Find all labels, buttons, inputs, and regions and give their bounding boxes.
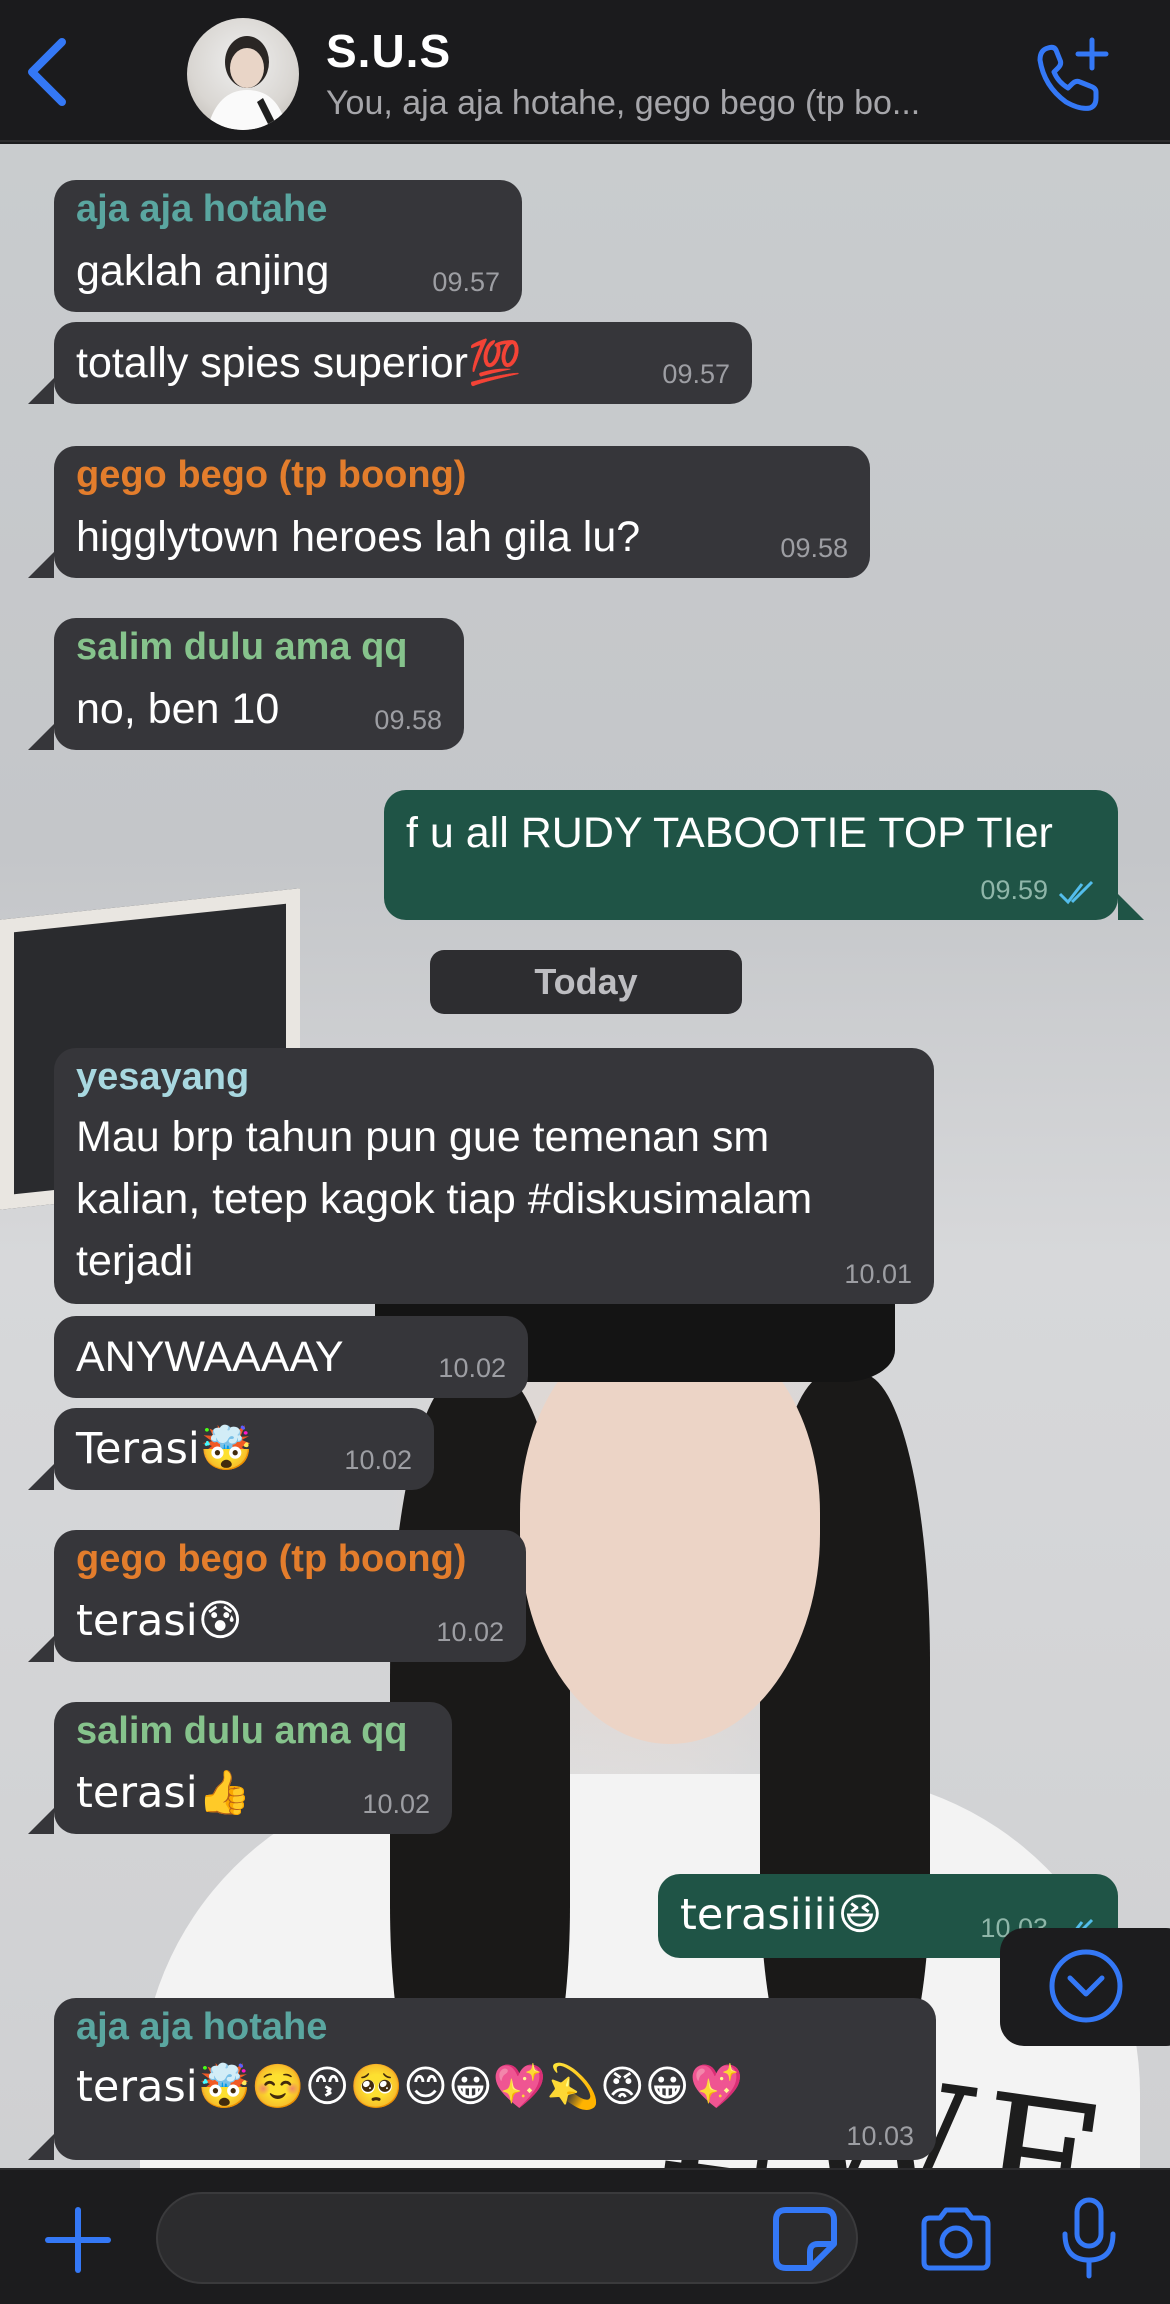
message-time: 09.58 (780, 533, 848, 563)
message-text: terasi😰 (76, 1596, 243, 1646)
message-text: f u all RUDY TABOOTIE TOP TIer (406, 809, 1053, 857)
message-bubble[interactable]: gego bego (tp boong) higglytown heroes l… (54, 446, 870, 578)
sender-name: salim dulu ama qq (76, 1710, 408, 1752)
bubble-tail (1118, 894, 1144, 920)
message-time: 09.59 (980, 875, 1048, 905)
message-input-bar (0, 2168, 1170, 2304)
voice-message-button[interactable] (1054, 2194, 1124, 2284)
bubble-tail (28, 1636, 54, 1662)
message-bubble[interactable]: salim dulu ama qq no, ben 10 09.58 (54, 618, 464, 750)
message-bubble[interactable]: aja aja hotahe terasi🤯☺️😙🥺😊😀💖💫😡😀💖 10.03 (54, 1998, 936, 2160)
sender-name: gego bego (tp boong) (76, 1538, 467, 1580)
message-bubble[interactable]: yesayang Mau brp tahun pun gue temenan s… (54, 1048, 934, 1304)
message-text: no, ben 10 (76, 685, 280, 733)
message-time: 09.58 (374, 705, 442, 735)
message-text-line: kalian, tetep kagok tiap #diskusimalam (76, 1175, 813, 1223)
message-input[interactable] (156, 2192, 858, 2284)
date-separator: Today (430, 950, 742, 1014)
chat-title[interactable]: S.U.S (326, 24, 451, 78)
message-text: higglytown heroes lah gila lu? (76, 513, 641, 561)
wallpaper-face (520, 1324, 820, 1744)
camera-button[interactable] (916, 2200, 996, 2280)
message-bubble[interactable]: ANYWAAAAY 10.02 (54, 1316, 528, 1398)
message-bubble[interactable]: Terasi🤯 10.02 (54, 1408, 434, 1490)
sender-name: aja aja hotahe (76, 188, 328, 230)
sender-name: yesayang (76, 1056, 250, 1098)
chevron-down-circle-icon (1049, 1949, 1123, 2023)
phone-plus-icon (1037, 37, 1109, 111)
message-text: ANYWAAAAY (76, 1333, 344, 1381)
message-bubble[interactable]: salim dulu ama qq terasi👍 10.02 (54, 1702, 452, 1834)
message-text: terasi👍 (76, 1768, 252, 1818)
message-time: 10.02 (362, 1789, 430, 1819)
chat-participants[interactable]: You, aja aja hotahe, gego bego (tp bo... (326, 84, 1016, 123)
sticker-icon (773, 2207, 837, 2271)
read-receipt-icon (1058, 880, 1094, 905)
message-time: 10.03 (846, 2121, 914, 2151)
message-time: 10.02 (344, 1445, 412, 1475)
message-text-line: terjadi (76, 1237, 194, 1285)
group-avatar[interactable] (187, 18, 299, 130)
message-text-line: Mau brp tahun pun gue temenan sm (76, 1113, 770, 1161)
message-time: 10.02 (436, 1617, 504, 1647)
message-bubble[interactable]: gego bego (tp boong) terasi😰 10.02 (54, 1530, 526, 1662)
plus-icon (45, 2207, 111, 2273)
message-text: gaklah anjing (76, 247, 330, 295)
bubble-tail (28, 724, 54, 750)
message-text: totally spies superior💯 (76, 339, 522, 387)
message-time: 10.01 (844, 1259, 912, 1289)
attach-button[interactable] (38, 2200, 118, 2280)
message-bubble[interactable]: aja aja hotahe gaklah anjing 09.57 (54, 180, 522, 312)
message-text: terasiiii😆 (680, 1890, 883, 1940)
microphone-icon (1062, 2197, 1116, 2279)
message-bubble[interactable]: totally spies superior💯 09.57 (54, 322, 752, 404)
camera-icon (921, 2207, 991, 2271)
message-time: 10.02 (438, 1353, 506, 1383)
bubble-tail (28, 1808, 54, 1834)
sender-name: aja aja hotahe (76, 2006, 328, 2048)
sticker-button[interactable] (770, 2204, 840, 2274)
bubble-tail (28, 2134, 54, 2160)
sender-name: salim dulu ama qq (76, 626, 408, 668)
bubble-tail (28, 552, 54, 578)
message-text: terasi🤯☺️😙🥺😊😀💖💫😡😀💖 (76, 2062, 744, 2112)
bubble-tail (28, 1464, 54, 1490)
chat-header: S.U.S You, aja aja hotahe, gego bego (tp… (0, 0, 1170, 142)
avatar-photo (207, 36, 287, 130)
sender-name: gego bego (tp boong) (76, 454, 467, 496)
bubble-tail (28, 378, 54, 404)
back-button[interactable] (18, 34, 78, 110)
outgoing-message-bubble[interactable]: f u all RUDY TABOOTIE TOP TIer 09.59 (384, 790, 1118, 920)
message-text: Terasi🤯 (76, 1424, 254, 1474)
chevron-left-icon (28, 38, 66, 106)
message-time: 09.57 (432, 267, 500, 297)
scroll-to-bottom-button[interactable] (1000, 1928, 1170, 2046)
add-call-button[interactable] (1030, 34, 1114, 118)
message-time: 09.57 (662, 359, 730, 389)
